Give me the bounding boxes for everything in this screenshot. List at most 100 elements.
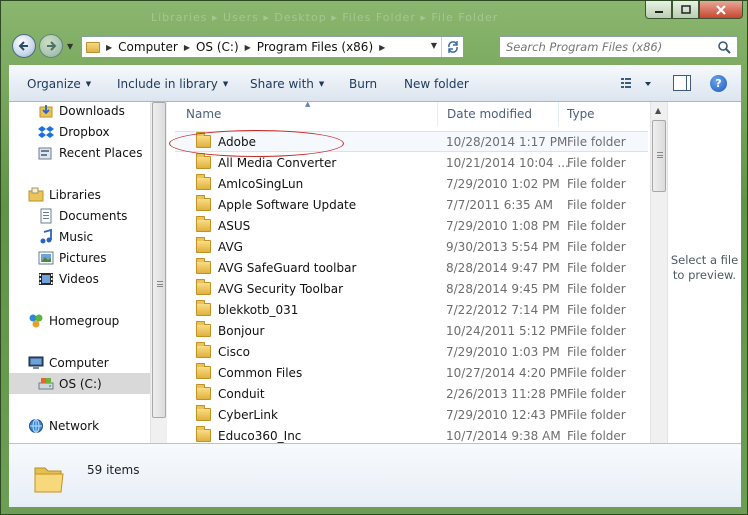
table-row[interactable]: AmIcoSingLun 7/29/2010 1:02 PM File fold… — [175, 173, 648, 194]
table-row[interactable]: AVG SafeGuard toolbar 8/28/2014 9:47 PM … — [175, 257, 648, 278]
nav-item-label: Network — [49, 418, 100, 433]
details-pane: 59 items — [9, 443, 741, 507]
nav-item-recent-places[interactable]: Recent Places — [9, 142, 150, 163]
minimize-button[interactable] — [645, 1, 672, 19]
nav-item-documents[interactable]: Documents — [9, 205, 150, 226]
refresh-button[interactable] — [441, 37, 463, 57]
recent-pages-dropdown[interactable]: ▼ — [67, 42, 73, 51]
preview-message: Select a file to preview. — [670, 252, 739, 282]
column-header-label: Date modified — [447, 107, 533, 121]
table-row[interactable]: Cisco 7/29/2010 1:03 PM File folder — [175, 341, 648, 362]
file-list-scrollbar[interactable]: ▲ — [650, 102, 667, 443]
pictures-icon — [38, 251, 54, 264]
videos-icon — [39, 272, 53, 285]
column-header-type[interactable]: Type — [559, 102, 650, 126]
nav-item-label: Recent Places — [59, 145, 143, 160]
address-row: ▼ ▶ Computer ▶ OS (C:) ▶ Program Files (… — [1, 31, 748, 63]
include-in-library-label: Include in library — [117, 77, 218, 91]
file-date: 7/29/2010 1:08 PM — [446, 218, 560, 233]
folder-icon — [196, 342, 211, 358]
annotation-ellipse — [169, 130, 344, 157]
table-row[interactable]: Common Files 10/27/2014 4:20 PM File fol… — [175, 362, 648, 383]
search-icon[interactable] — [717, 40, 731, 54]
nav-item-music[interactable]: Music — [9, 226, 150, 247]
navigation-scrollbar[interactable] — [150, 102, 167, 443]
include-in-library-menu[interactable]: Include in library ▼ — [117, 77, 228, 91]
content-area: Downloads Dropbox Recent Places Librarie… — [9, 102, 741, 443]
chevron-down-icon: ▼ — [222, 80, 229, 88]
file-date: 8/28/2014 9:45 PM — [446, 281, 560, 296]
search-box[interactable] — [499, 36, 738, 58]
file-name: All Media Converter — [218, 155, 337, 170]
change-view-button[interactable] — [621, 76, 655, 92]
table-row[interactable]: CyberLink 7/29/2010 12:43 PM File folder — [175, 404, 648, 425]
nav-item-computer[interactable]: Computer — [9, 352, 150, 373]
file-date: 7/29/2010 1:02 PM — [446, 176, 560, 191]
table-row[interactable]: Conduit 2/26/2013 11:28 PM File folder — [175, 383, 648, 404]
table-row[interactable]: Apple Software Update 7/7/2011 6:35 AM F… — [175, 194, 648, 215]
nav-item-os-c[interactable]: OS (C:) — [9, 373, 150, 394]
file-type: File folder — [567, 365, 626, 380]
close-button[interactable] — [699, 1, 743, 19]
file-type: File folder — [567, 302, 626, 317]
column-header-date[interactable]: Date modified — [438, 102, 559, 126]
breadcrumb: ▶ Computer ▶ OS (C:) ▶ Program Files (x8… — [100, 40, 391, 54]
table-row[interactable]: Educo360_Inc 10/7/2014 9:38 AM File fold… — [175, 425, 648, 443]
dropbox-icon — [38, 125, 54, 138]
back-button[interactable] — [12, 34, 36, 58]
address-bar[interactable]: ▶ Computer ▶ OS (C:) ▶ Program Files (x8… — [81, 36, 464, 58]
explorer-window: Libraries ▸ Users ▸ Desktop ▸ Files Fold… — [0, 0, 748, 515]
file-type: File folder — [567, 260, 626, 275]
column-header-label: Name — [186, 107, 222, 121]
file-date: 10/28/2014 1:17 PM — [446, 134, 568, 149]
nav-item-homegroup[interactable]: Homegroup — [9, 310, 150, 331]
organize-menu[interactable]: Organize ▼ — [27, 77, 91, 91]
search-input[interactable] — [506, 40, 711, 54]
grip-icon — [657, 152, 663, 158]
burn-button[interactable]: Burn — [349, 77, 377, 91]
column-header-label: Type — [567, 107, 595, 121]
file-name: AVG SafeGuard toolbar — [218, 260, 357, 275]
chevron-right-icon[interactable]: ▶ — [184, 43, 190, 52]
nav-item-dropbox[interactable]: Dropbox — [9, 121, 150, 142]
preview-pane-button[interactable] — [673, 75, 691, 91]
file-date: 9/30/2013 5:54 PM — [446, 239, 560, 254]
file-list: ▲ Name Date modified Type Adobe 10/28/20… — [167, 102, 650, 443]
network-icon — [29, 418, 43, 433]
chevron-right-icon[interactable]: ▶ — [106, 43, 112, 52]
nav-item-label: Computer — [49, 355, 109, 370]
table-row[interactable]: blekkotb_031 7/22/2012 7:14 PM File fold… — [175, 299, 648, 320]
share-with-menu[interactable]: Share with ▼ — [250, 77, 324, 91]
table-row[interactable]: Bonjour 10/24/2011 5:12 PM File folder — [175, 320, 648, 341]
scroll-up-icon[interactable]: ▲ — [655, 106, 661, 115]
chevron-right-icon[interactable]: ▶ — [245, 43, 251, 52]
downloads-icon — [39, 104, 53, 117]
breadcrumb-computer[interactable]: Computer — [118, 40, 178, 54]
file-date: 7/7/2011 6:35 AM — [446, 197, 554, 212]
nav-item-videos[interactable]: Videos — [9, 268, 150, 289]
back-arrow-icon — [18, 41, 28, 51]
table-row[interactable]: ASUS 7/29/2010 1:08 PM File folder — [175, 215, 648, 236]
address-history-dropdown[interactable]: ▼ — [431, 41, 437, 50]
documents-icon — [40, 208, 52, 223]
nav-item-pictures[interactable]: Pictures — [9, 247, 150, 268]
file-date: 7/22/2012 7:14 PM — [446, 302, 560, 317]
file-name: Cisco — [218, 344, 250, 359]
nav-item-libraries[interactable]: Libraries — [9, 184, 150, 205]
scrollbar-thumb[interactable] — [152, 102, 166, 418]
scrollbar-thumb[interactable] — [652, 120, 666, 192]
table-row[interactable]: AVG Security Toolbar 8/28/2014 9:45 PM F… — [175, 278, 648, 299]
file-name: ASUS — [218, 218, 251, 233]
new-folder-button[interactable]: New folder — [404, 77, 469, 91]
breadcrumb-program-files[interactable]: Program Files (x86) — [257, 40, 373, 54]
breadcrumb-os-c[interactable]: OS (C:) — [196, 40, 239, 54]
nav-item-downloads[interactable]: Downloads — [9, 102, 150, 121]
chevron-right-icon[interactable]: ▶ — [379, 43, 385, 52]
file-name: AVG — [218, 239, 243, 254]
maximize-button[interactable] — [672, 1, 699, 19]
nav-item-network[interactable]: Network — [9, 415, 150, 436]
column-header-name[interactable]: ▲ Name — [167, 102, 438, 126]
table-row[interactable]: AVG 9/30/2013 5:54 PM File folder — [175, 236, 648, 257]
help-button[interactable]: ? — [710, 75, 727, 92]
forward-button[interactable] — [39, 34, 63, 58]
